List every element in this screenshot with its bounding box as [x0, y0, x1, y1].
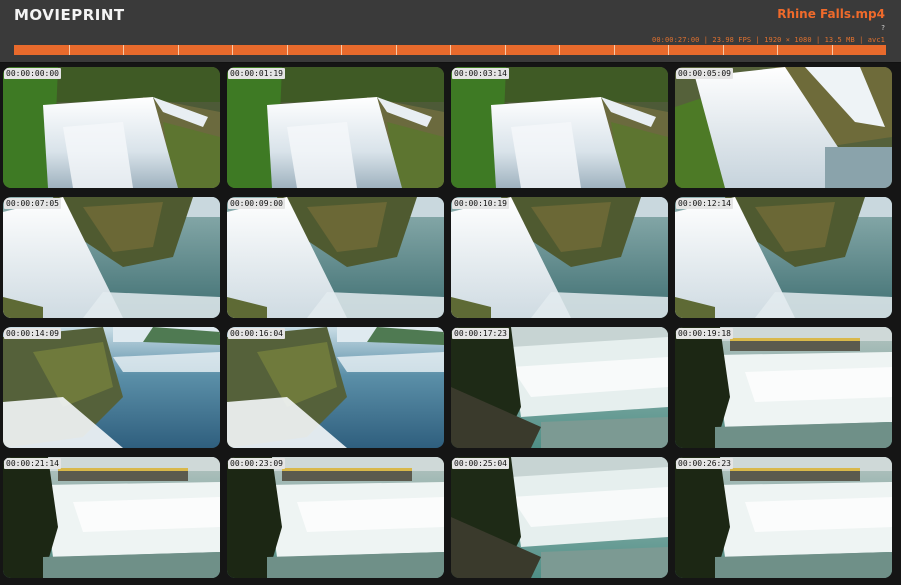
thumbnail-frame-image: [675, 327, 892, 448]
thumbnail[interactable]: 00:00:07:05: [3, 197, 220, 318]
help-icon[interactable]: ?: [881, 24, 885, 32]
thumbnail[interactable]: 00:00:05:09: [675, 67, 892, 188]
timecode-label: 00:00:16:04: [228, 328, 285, 339]
timeline-tick: [341, 45, 342, 55]
thumbnail[interactable]: 00:00:23:09: [227, 457, 444, 578]
thumbnail-frame-image: [451, 327, 668, 448]
timeline-tick: [832, 45, 833, 55]
thumbnail[interactable]: 00:00:03:14: [451, 67, 668, 188]
file-title: Rhine Falls.mp4: [777, 7, 885, 21]
thumbnail-frame-image: [3, 197, 220, 318]
thumbnail-frame-image: [675, 197, 892, 318]
thumbnail[interactable]: 00:00:16:04: [227, 327, 444, 448]
timecode-label: 00:00:07:05: [4, 198, 61, 209]
thumbnail[interactable]: 00:00:10:19: [451, 197, 668, 318]
timeline-tick: [287, 45, 288, 55]
timeline-tick: [69, 45, 70, 55]
timecode-label: 00:00:23:09: [228, 458, 285, 469]
thumbnail-frame-image: [3, 457, 220, 578]
file-metadata: 00:00:27:00 | 23.98 FPS | 1920 × 1080 | …: [652, 36, 885, 44]
timecode-label: 00:00:17:23: [452, 328, 509, 339]
timecode-label: 00:00:12:14: [676, 198, 733, 209]
timecode-label: 00:00:03:14: [452, 68, 509, 79]
thumbnail-grid: 00:00:00:00 00:00:01:19 00:00:03:14 00:0…: [3, 67, 895, 585]
timecode-label: 00:00:00:00: [4, 68, 61, 79]
timeline-tick: [232, 45, 233, 55]
timecode-label: 00:00:10:19: [452, 198, 509, 209]
thumbnail-frame-image: [451, 457, 668, 578]
timeline-tick: [723, 45, 724, 55]
timeline-tick: [396, 45, 397, 55]
timecode-label: 00:00:05:09: [676, 68, 733, 79]
thumbnail-frame-image: [675, 67, 892, 188]
thumbnail-frame-image: [227, 327, 444, 448]
thumbnail[interactable]: 00:00:17:23: [451, 327, 668, 448]
thumbnail[interactable]: 00:00:12:14: [675, 197, 892, 318]
timeline-tick: [178, 45, 179, 55]
timecode-label: 00:00:14:09: [4, 328, 61, 339]
timecode-label: 00:00:19:18: [676, 328, 733, 339]
timeline-tick: [559, 45, 560, 55]
thumbnail[interactable]: 00:00:25:04: [451, 457, 668, 578]
timeline-tick: [505, 45, 506, 55]
thumbnail-frame-image: [227, 67, 444, 188]
thumbnail-frame-image: [227, 457, 444, 578]
thumbnail-frame-image: [3, 327, 220, 448]
timeline-bar[interactable]: [14, 45, 886, 55]
thumbnail-frame-image: [451, 67, 668, 188]
timeline-tick: [450, 45, 451, 55]
thumbnail[interactable]: 00:00:09:00: [227, 197, 444, 318]
timeline-tick: [777, 45, 778, 55]
timeline-tick: [668, 45, 669, 55]
thumbnail[interactable]: 00:00:00:00: [3, 67, 220, 188]
thumbnail-frame-image: [451, 197, 668, 318]
thumbnail[interactable]: 00:00:21:14: [3, 457, 220, 578]
app-header: MOVIEPRINT Rhine Falls.mp4 ? 00:00:27:00…: [0, 0, 901, 63]
app-logo: MOVIEPRINT: [14, 6, 125, 24]
timecode-label: 00:00:01:19: [228, 68, 285, 79]
thumbnail[interactable]: 00:00:19:18: [675, 327, 892, 448]
timecode-label: 00:00:26:23: [676, 458, 733, 469]
thumbnail-frame-image: [3, 67, 220, 188]
timeline-tick: [123, 45, 124, 55]
thumbnail[interactable]: 00:00:01:19: [227, 67, 444, 188]
timecode-label: 00:00:25:04: [452, 458, 509, 469]
thumbnail[interactable]: 00:00:14:09: [3, 327, 220, 448]
thumbnail-frame-image: [675, 457, 892, 578]
timecode-label: 00:00:09:00: [228, 198, 285, 209]
thumbnail-frame-image: [227, 197, 444, 318]
timeline-tick: [614, 45, 615, 55]
timecode-label: 00:00:21:14: [4, 458, 61, 469]
thumbnail[interactable]: 00:00:26:23: [675, 457, 892, 578]
